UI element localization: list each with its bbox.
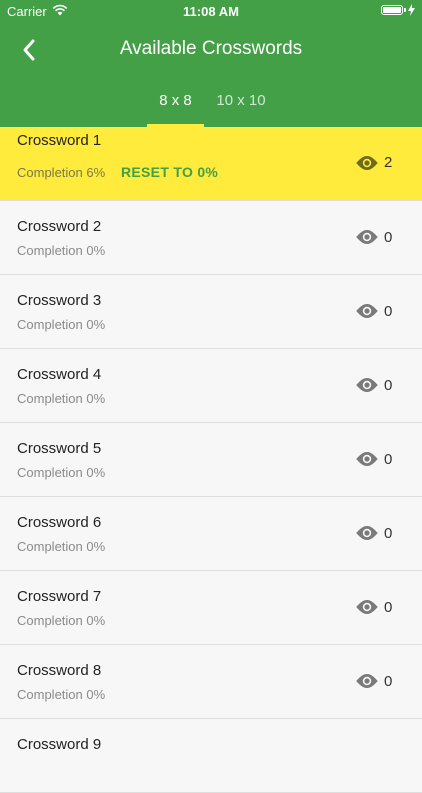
eye-icon — [356, 600, 378, 614]
completion-label: Completion 0% — [17, 539, 106, 554]
eye-icon — [356, 378, 378, 392]
view-count: 0 — [384, 377, 393, 394]
completion-label: Completion 0% — [17, 687, 106, 702]
eye-icon — [356, 526, 378, 540]
eye-icon — [356, 674, 378, 688]
eye-icon — [356, 230, 378, 244]
crossword-name: Crossword 3 — [17, 292, 102, 309]
crossword-item-1[interactable]: Crossword 1 Completion 6% RESET TO 0% 2 — [0, 127, 422, 201]
crossword-item-3[interactable]: Crossword 3 Completion 0% 0 — [0, 275, 422, 349]
crossword-item-7[interactable]: Crossword 7 Completion 0% 0 — [0, 571, 422, 645]
crossword-item-6[interactable]: Crossword 6 Completion 0% 0 — [0, 497, 422, 571]
view-count: 0 — [384, 229, 393, 246]
completion-label: Completion 0% — [17, 613, 106, 628]
completion-label: Completion 0% — [17, 465, 106, 480]
eye-icon — [356, 304, 378, 318]
crossword-name: Crossword 1 — [17, 132, 102, 149]
page-title: Available Crosswords — [119, 38, 303, 59]
crossword-name: Crossword 9 — [17, 736, 102, 753]
crossword-list: Crossword 1 Completion 6% RESET TO 0% 2 … — [0, 127, 422, 793]
crossword-item-5[interactable]: Crossword 5 Completion 0% 0 — [0, 423, 422, 497]
completion-label: Completion 0% — [17, 317, 106, 332]
eye-icon — [356, 156, 378, 170]
crossword-name: Crossword 5 — [17, 440, 102, 457]
crossword-name: Crossword 6 — [17, 514, 102, 531]
eye-icon — [356, 452, 378, 466]
view-count: 2 — [384, 154, 393, 171]
status-time: 11:08 AM — [183, 4, 239, 19]
status-bar: Carrier 11:08 AM — [0, 0, 422, 22]
view-count: 0 — [384, 673, 393, 690]
battery-icon — [381, 5, 406, 15]
completion-label: Completion 6% — [17, 165, 106, 180]
view-count: 0 — [384, 525, 393, 542]
view-count: 0 — [384, 599, 393, 616]
crossword-name: Crossword 2 — [17, 218, 102, 235]
view-count: 0 — [384, 451, 393, 468]
crossword-name: Crossword 7 — [17, 588, 102, 605]
completion-label: Completion 0% — [17, 243, 106, 258]
view-count: 0 — [384, 303, 393, 320]
crossword-item-9[interactable]: Crossword 9 — [0, 719, 422, 793]
completion-label: Completion 0% — [17, 391, 106, 406]
crossword-name: Crossword 4 — [17, 366, 102, 383]
charging-icon — [408, 4, 415, 16]
crossword-item-4[interactable]: Crossword 4 Completion 0% 0 — [0, 349, 422, 423]
crossword-item-8[interactable]: Crossword 8 Completion 0% 0 — [0, 645, 422, 719]
crossword-name: Crossword 8 — [17, 662, 102, 679]
app-bar: Available Crosswords 8 x 8 10 x 10 — [0, 22, 422, 127]
tab-8x8[interactable]: 8 x 8 — [147, 92, 204, 109]
reset-button[interactable]: RESET TO 0% — [121, 164, 218, 180]
tab-10x10[interactable]: 10 x 10 — [206, 92, 276, 109]
crossword-item-2[interactable]: Crossword 2 Completion 0% 0 — [0, 201, 422, 275]
